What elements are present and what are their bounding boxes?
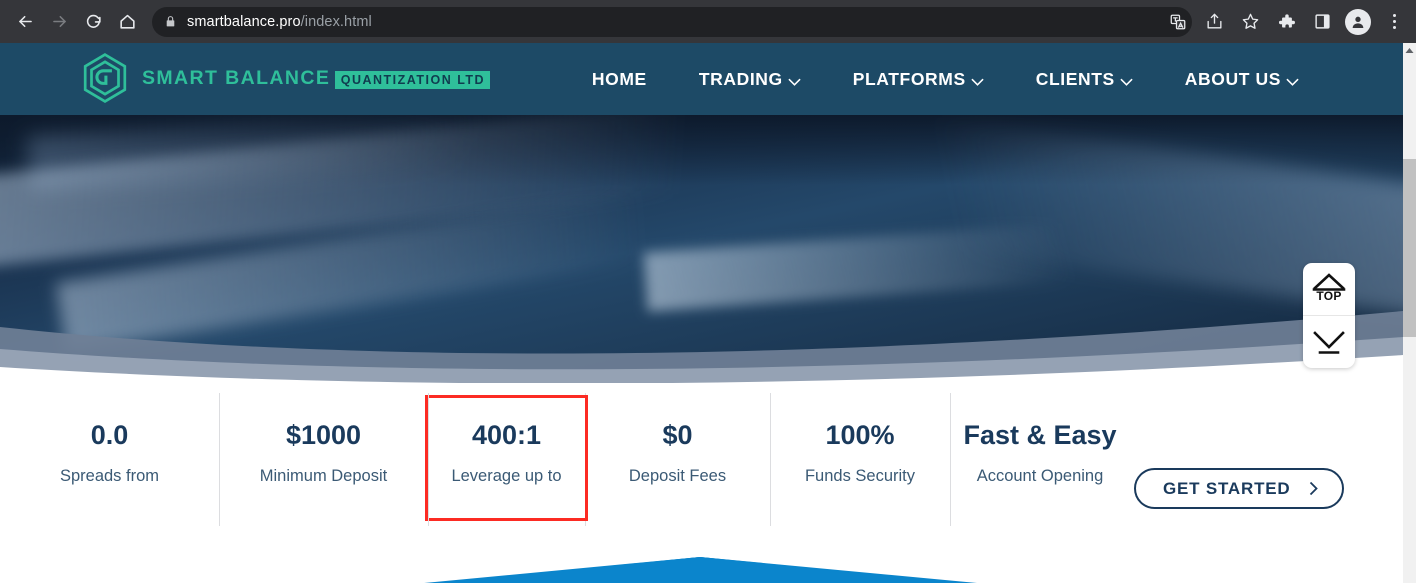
address-bar-text: smartbalance.pro/index.html <box>187 14 372 30</box>
nav-label: CLIENTS <box>1035 68 1115 89</box>
get-started-label: GET STARTED <box>1163 478 1291 498</box>
home-button[interactable] <box>110 5 144 39</box>
site-header: SMART BALANCE QUANTIZATION LTD HOME TRAD… <box>0 43 1403 115</box>
extensions-puzzle-icon[interactable] <box>1270 6 1302 38</box>
get-started-button[interactable]: GET STARTED <box>1134 468 1344 509</box>
address-bar[interactable]: smartbalance.pro/index.html <box>152 6 1192 37</box>
nav-label: TRADING <box>698 68 783 89</box>
chevron-right-icon <box>1309 481 1318 496</box>
nav-item-clients[interactable]: CLIENTS <box>1010 68 1159 91</box>
stat-card-account-opening: Fast & Easy Account Opening <box>950 393 1130 526</box>
logo-line-2: QUANTIZATION LTD <box>334 70 491 89</box>
reload-button[interactable] <box>76 5 110 39</box>
stat-card-funds-security: 100% Funds Security <box>770 393 950 526</box>
lock-icon <box>164 15 177 28</box>
hexagon-logo-icon <box>78 51 132 105</box>
browser-nav-buttons <box>0 5 144 39</box>
translate-icon[interactable] <box>1162 6 1194 38</box>
scrollbar-thumb[interactable] <box>1403 159 1416 337</box>
stat-label: Deposit Fees <box>628 467 727 485</box>
browser-toolbar-actions <box>1160 0 1412 43</box>
nav-item-home[interactable]: HOME <box>566 69 673 90</box>
profile-avatar-icon[interactable] <box>1345 8 1371 35</box>
url-path: /index.html <box>300 13 372 30</box>
stat-value: $1000 <box>285 420 362 450</box>
scroll-down-button[interactable] <box>1303 316 1355 368</box>
hero-banner <box>0 115 1403 383</box>
share-icon[interactable] <box>1198 6 1230 38</box>
url-domain: smartbalance.pro <box>187 13 301 30</box>
site-logo[interactable]: SMART BALANCE QUANTIZATION LTD <box>78 51 491 105</box>
get-started-cta-wrapper: GET STARTED <box>1134 468 1344 509</box>
nav-item-platforms[interactable]: PLATFORMS <box>827 68 1010 91</box>
nav-label: ABOUT US <box>1184 68 1281 89</box>
stat-value: 400:1 <box>471 420 542 450</box>
hero-wave-divider <box>0 263 1403 383</box>
stat-label: Spreads from <box>59 467 160 485</box>
page-viewport: SMART BALANCE QUANTIZATION LTD HOME TRAD… <box>0 43 1403 583</box>
browser-toolbar: smartbalance.pro/index.html <box>0 0 1416 43</box>
stat-label: Funds Security <box>804 467 916 485</box>
stat-card-leverage-up-to: 400:1 Leverage up to <box>425 393 588 526</box>
chevron-down-icon <box>788 70 801 91</box>
nav-item-about-us[interactable]: ABOUT US <box>1159 68 1325 91</box>
back-button[interactable] <box>8 5 42 39</box>
scroll-up-arrow-icon[interactable] <box>1403 43 1416 57</box>
side-panel-icon[interactable] <box>1306 6 1338 38</box>
chevron-down-icon <box>971 70 984 91</box>
chrome-menu-kebab-icon[interactable] <box>1378 6 1410 38</box>
logo-line-1: SMART BALANCE <box>142 66 331 89</box>
stat-value: 100% <box>825 420 895 450</box>
bookmark-star-icon[interactable] <box>1234 6 1266 38</box>
chevron-down-icon <box>1120 70 1133 91</box>
chevron-down-icon <box>1286 70 1299 91</box>
stat-card-spreads-from: 0.0 Spreads from <box>0 398 219 518</box>
nav-label: PLATFORMS <box>852 68 966 89</box>
stat-value: $0 <box>662 420 693 450</box>
stat-value: 0.0 <box>90 420 129 450</box>
stat-label: Leverage up to <box>451 467 562 485</box>
scroll-to-top-button[interactable]: TOP <box>1303 263 1355 316</box>
logo-wordmark: SMART BALANCE QUANTIZATION LTD <box>142 66 491 89</box>
forward-button[interactable] <box>42 5 76 39</box>
stat-label: Account Opening <box>976 467 1104 485</box>
stat-value: Fast & Easy <box>963 420 1117 450</box>
scroll-widget: TOP <box>1303 263 1355 368</box>
main-navigation: HOME TRADING PLATFORMS CLIENTS ABOUT US <box>566 43 1325 115</box>
nav-label: HOME <box>591 68 647 89</box>
stat-card-deposit-fees: $0 Deposit Fees <box>585 393 770 526</box>
blue-triangle-decoration <box>0 511 1403 583</box>
stat-label: Minimum Deposit <box>259 467 388 485</box>
scroll-top-label: TOP <box>1316 289 1342 303</box>
nav-item-trading[interactable]: TRADING <box>673 68 827 91</box>
page-scrollbar[interactable] <box>1403 43 1416 583</box>
stat-card-minimum-deposit: $1000 Minimum Deposit <box>219 393 428 526</box>
